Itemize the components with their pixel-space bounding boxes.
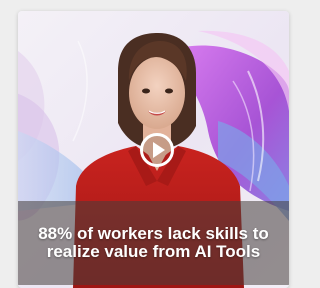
caption-overlay: 88% of workers lack skills to realize va… (18, 201, 289, 285)
play-button[interactable] (140, 133, 174, 167)
video-caption: 88% of workers lack skills to realize va… (38, 224, 269, 261)
play-icon (153, 142, 165, 158)
video-card[interactable]: 88% of workers lack skills to realize va… (18, 11, 289, 288)
